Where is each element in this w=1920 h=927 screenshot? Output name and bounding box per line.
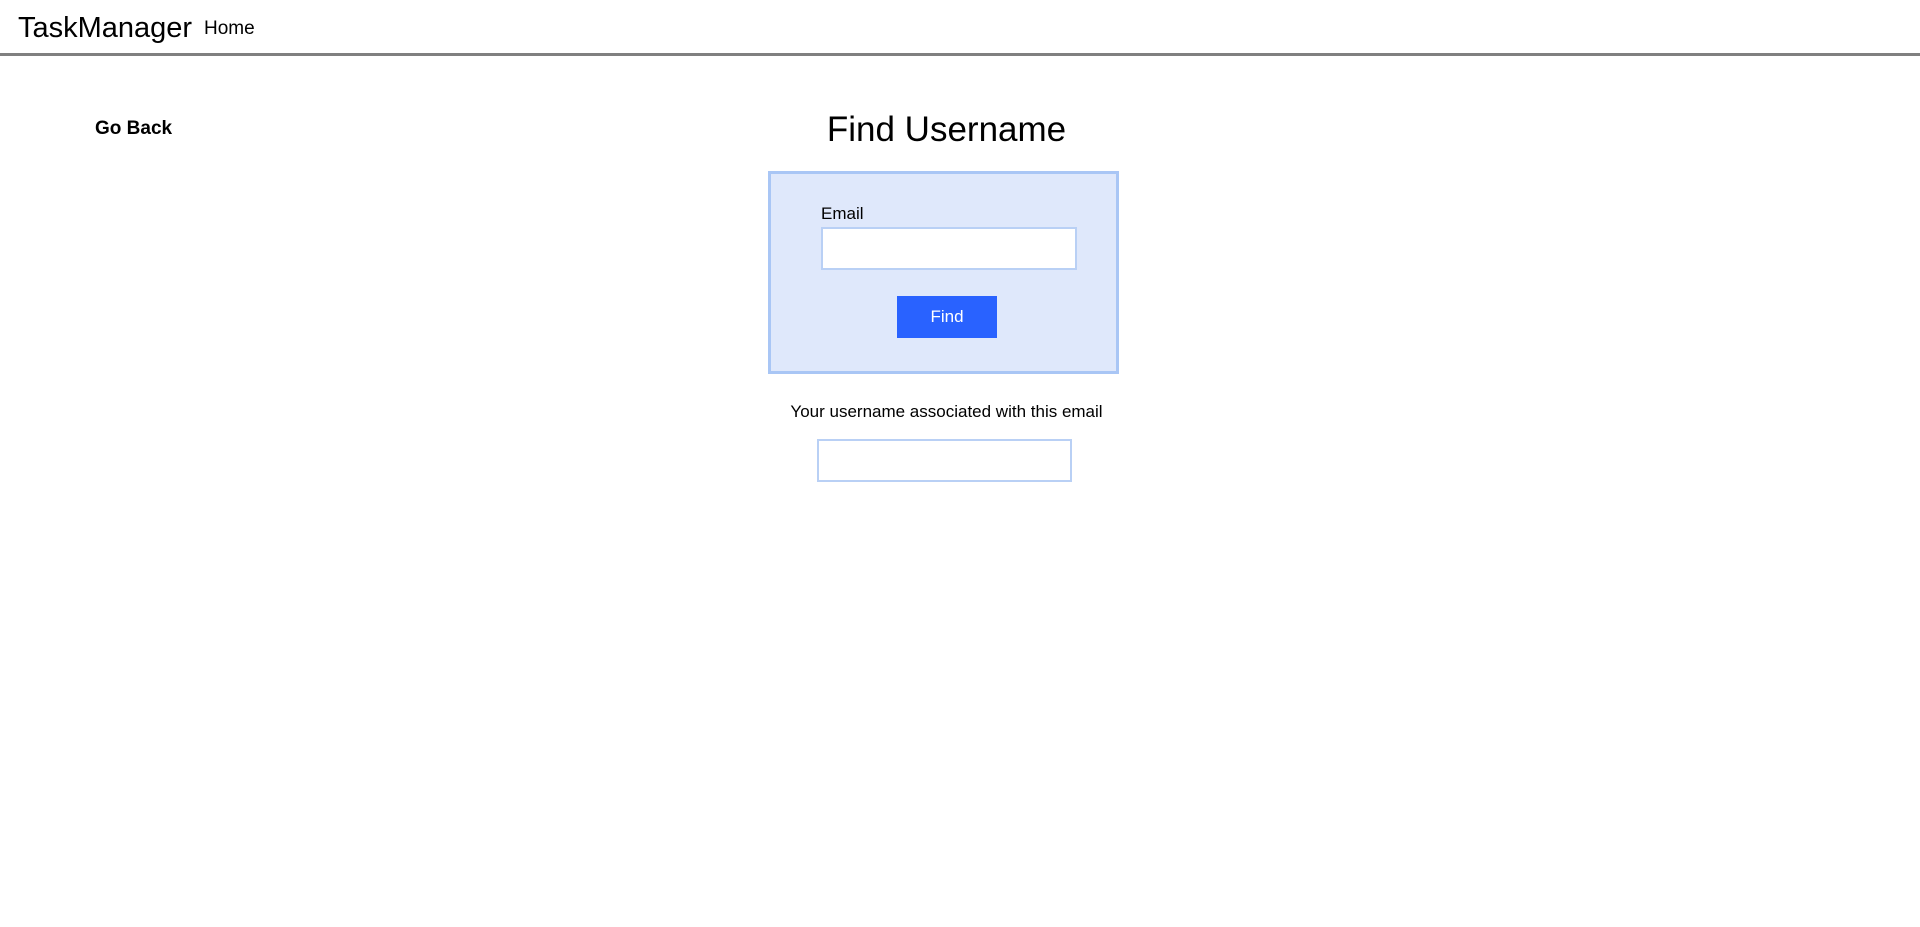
- page-title: Find Username: [826, 110, 1067, 149]
- email-input[interactable]: [821, 227, 1077, 270]
- result-label: Your username associated with this email: [790, 402, 1103, 421]
- nav-home-link[interactable]: Home: [204, 17, 255, 41]
- find-username-form: Email Find: [768, 171, 1119, 374]
- navbar: TaskManager Home: [0, 0, 1920, 56]
- email-label: Email: [821, 204, 864, 223]
- find-button[interactable]: Find: [897, 296, 997, 338]
- brand-link[interactable]: TaskManager: [18, 9, 192, 47]
- go-back-link[interactable]: Go Back: [95, 117, 172, 141]
- username-result-box: [817, 439, 1072, 482]
